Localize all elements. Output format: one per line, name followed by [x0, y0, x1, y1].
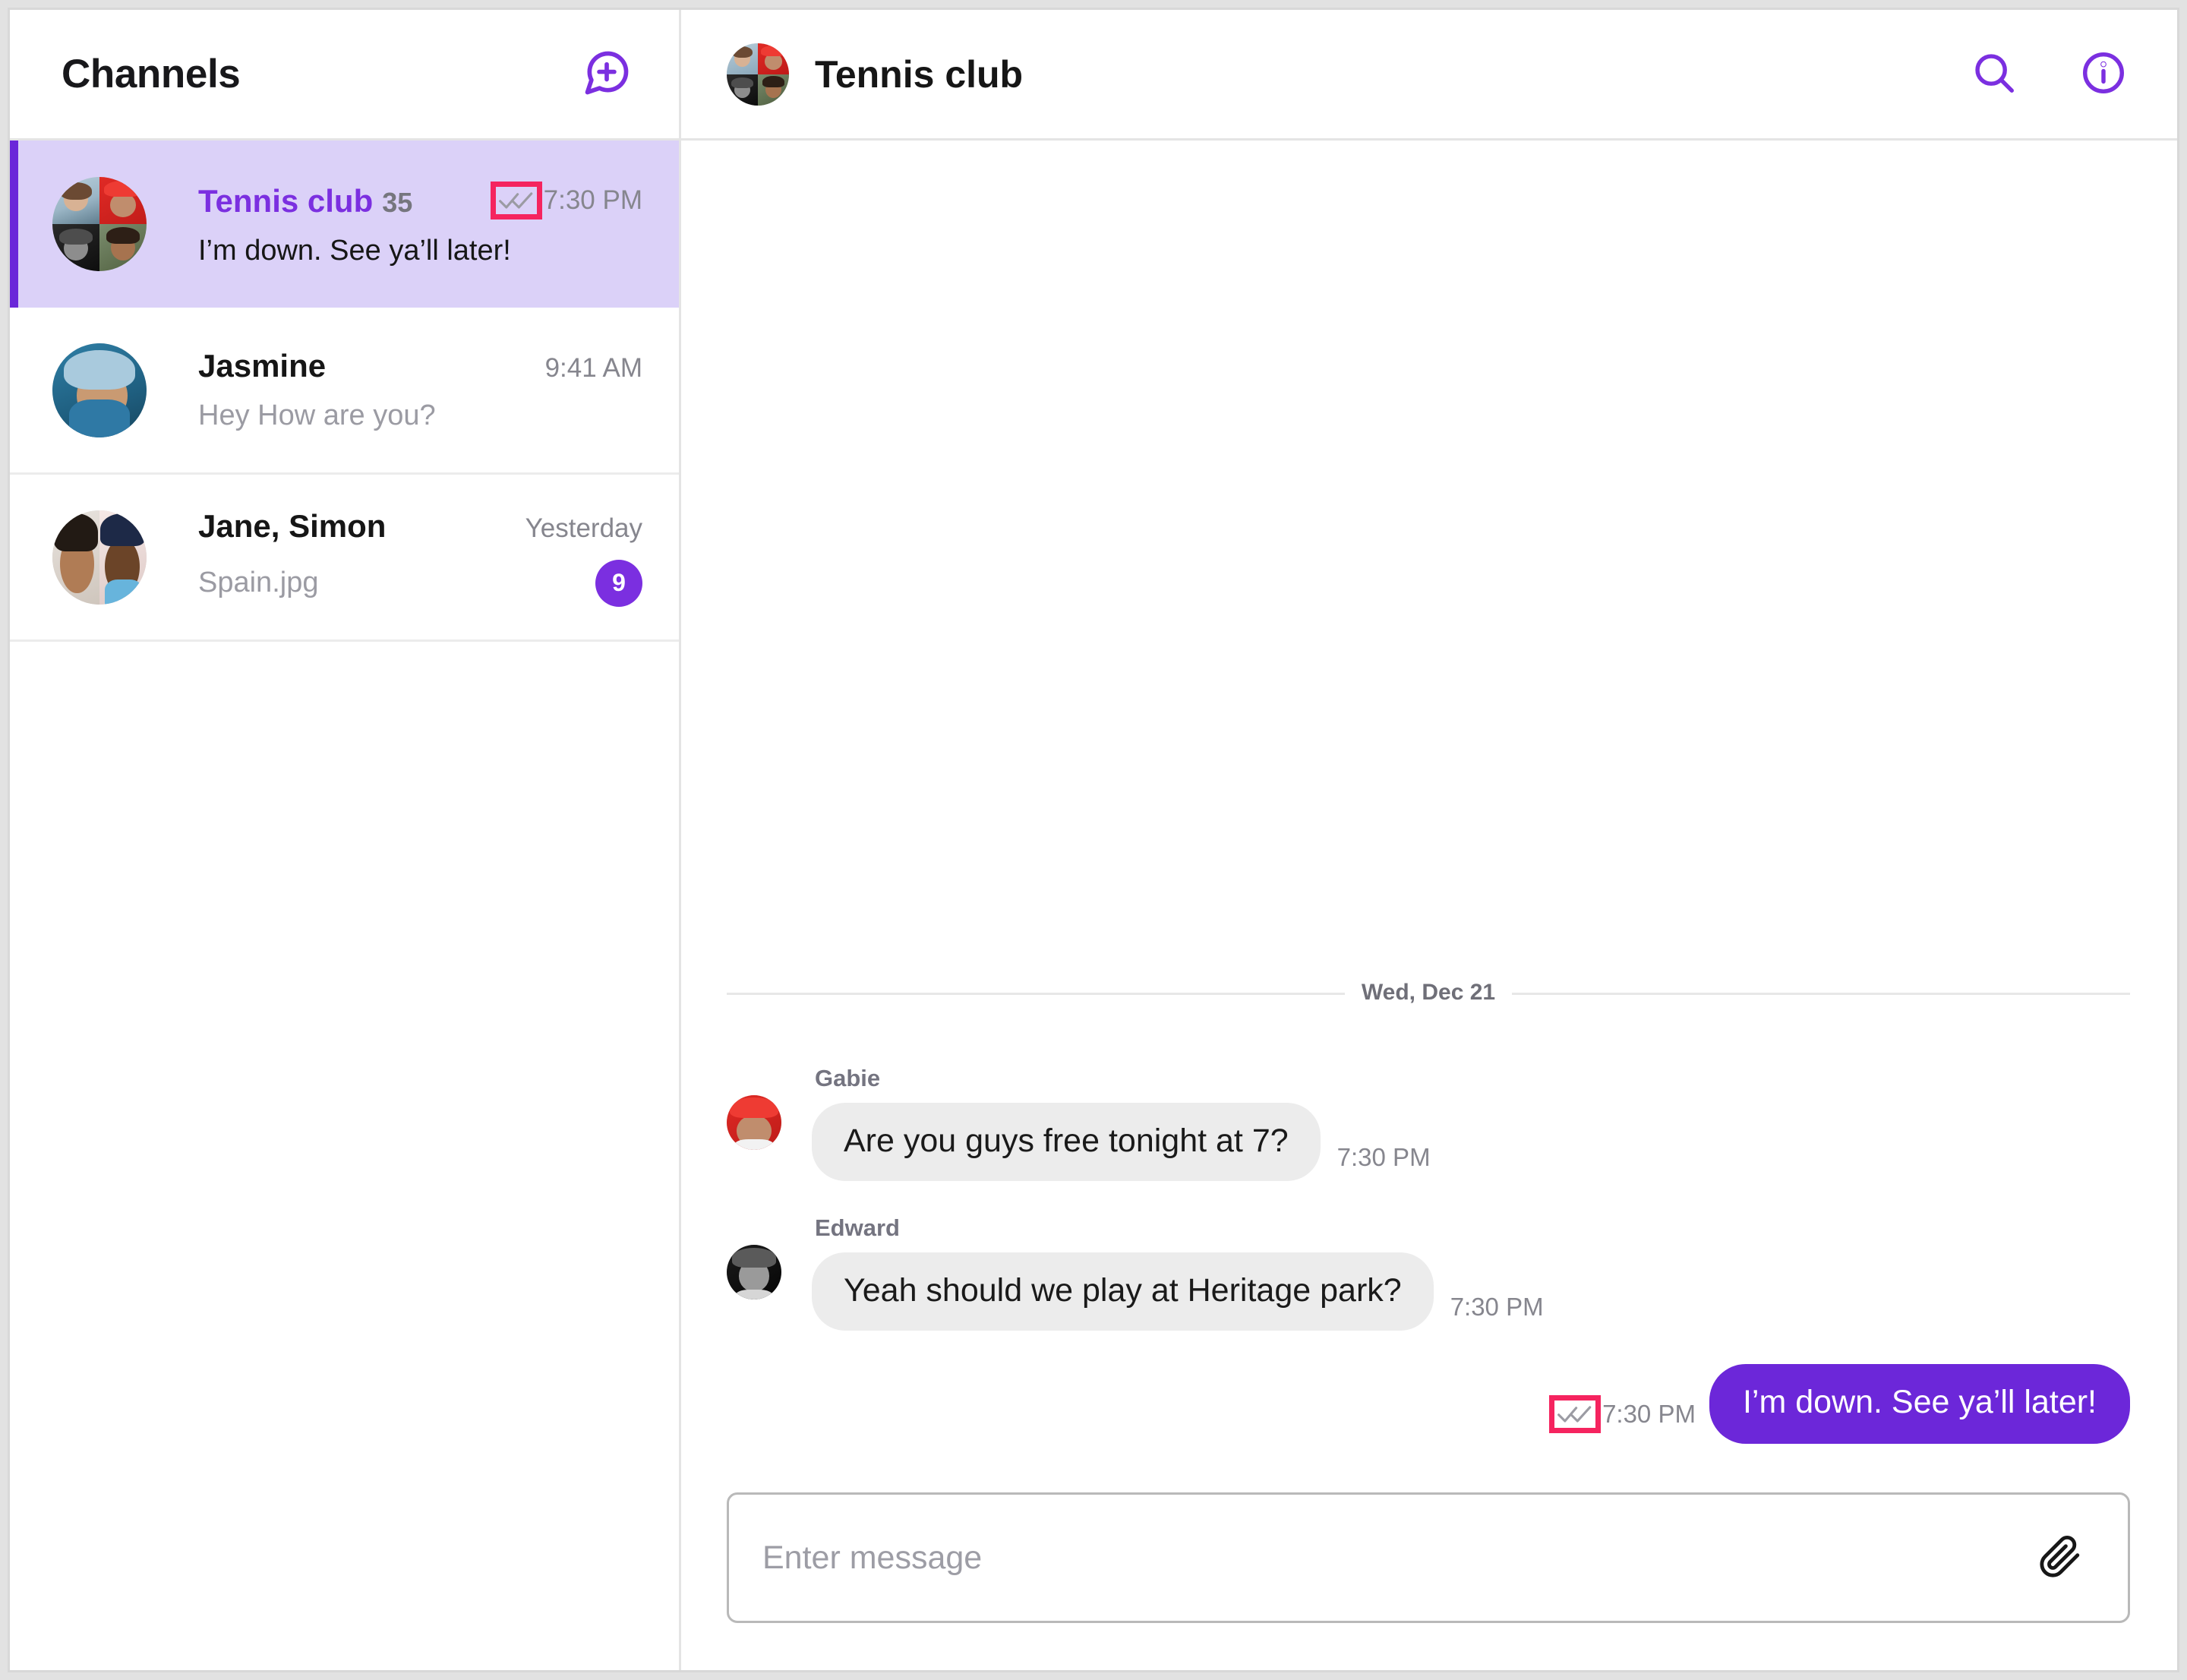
channel-name: Tennis club [198, 182, 374, 219]
sidebar-header: Channels [10, 10, 679, 141]
new-chat-button[interactable] [579, 46, 635, 103]
search-icon [1971, 49, 2018, 99]
avatar-jane-simon [52, 510, 147, 605]
chat-header-actions [1968, 48, 2130, 101]
info-circle-icon [2080, 49, 2127, 99]
message-timestamp: 7:30 PM [1602, 1400, 1696, 1428]
attach-button[interactable] [2034, 1531, 2087, 1584]
info-button[interactable] [2077, 48, 2130, 101]
channel-body: Jane, Simon Yesterday Spain.jpg 9 [198, 508, 642, 607]
chat-header: Tennis club [681, 10, 2177, 141]
message-row-incoming: Edward Yeah should we play at Heritage p… [727, 1214, 2130, 1331]
message-sender: Gabie [815, 1065, 881, 1091]
message-bubble-outgoing[interactable]: I’m down. See ya’ll later! [1709, 1364, 2130, 1444]
channel-timestamp: Yesterday [525, 513, 642, 543]
channel-list-item-jane-simon[interactable]: Jane, Simon Yesterday Spain.jpg 9 [10, 475, 679, 642]
avatar-edward [727, 1245, 781, 1299]
read-receipt-highlight-box [1549, 1395, 1602, 1433]
message-input[interactable] [762, 1539, 2034, 1577]
channel-preview: Hey How are you? [198, 399, 436, 431]
double-check-icon [498, 189, 534, 212]
double-check-icon [1557, 1403, 1592, 1426]
message-row-incoming: Gabie Are you guys free tonight at 7? 7:… [727, 1065, 2130, 1181]
read-receipt-highlight-box [490, 181, 542, 219]
channel-preview: I’m down. See ya’ll later! [198, 234, 511, 267]
channel-list-item-jasmine[interactable]: Jasmine 9:41 AM Hey How are you? [10, 308, 679, 475]
avatar-chat-tennis-club [727, 43, 789, 106]
message-bubble[interactable]: Yeah should we play at Heritage park? [812, 1252, 1434, 1331]
channels-sidebar: Channels Tennis club 35 7:30 PM I’m down… [10, 10, 681, 1670]
search-button[interactable] [1968, 48, 2021, 101]
channel-member-count: 35 [382, 186, 413, 218]
message-composer [681, 1476, 2177, 1670]
date-separator-label: Wed, Dec 21 [1344, 980, 1513, 1005]
message-sender: Edward [815, 1214, 900, 1241]
message-timestamp: 7:30 PM [1450, 1293, 1544, 1321]
channel-list-item-tennis-club[interactable]: Tennis club 35 7:30 PM I’m down. See ya’… [10, 141, 679, 308]
message-row-outgoing: 7:30 PM I’m down. See ya’ll later! [727, 1364, 2130, 1444]
page-title: Channels [62, 52, 241, 96]
avatar-gabie [727, 1095, 781, 1150]
message-area: Wed, Dec 21 Gabie Are you guys free toni… [681, 141, 2177, 1476]
message-timestamp: 7:30 PM [1336, 1143, 1431, 1171]
channel-list: Tennis club 35 7:30 PM I’m down. See ya’… [10, 141, 679, 642]
channel-timestamp: 9:41 AM [544, 353, 642, 383]
channel-body: Tennis club 35 7:30 PM I’m down. See ya’… [198, 181, 642, 267]
message-bubble[interactable]: Are you guys free tonight at 7? [812, 1103, 1321, 1181]
channel-timestamp: 7:30 PM [543, 185, 642, 215]
date-separator: Wed, Dec 21 [727, 980, 2130, 1006]
avatar-tennis-club [52, 177, 147, 271]
chat-application-window: Channels Tennis club 35 7:30 PM I’m down… [8, 8, 2179, 1672]
outgoing-meta: 7:30 PM [1549, 1395, 1696, 1433]
channel-preview: Spain.jpg [198, 567, 319, 598]
avatar-jasmine [52, 343, 147, 437]
message-column: Edward Yeah should we play at Heritage p… [812, 1214, 1544, 1331]
unread-badge: 9 [595, 559, 642, 607]
composer-box [727, 1492, 2130, 1623]
channel-name: Jasmine [198, 348, 327, 384]
paperclip-icon [2038, 1535, 2082, 1581]
new-chat-bubble-plus-icon [581, 47, 633, 101]
chat-title: Tennis club [815, 52, 1024, 96]
channel-body: Jasmine 9:41 AM Hey How are you? [198, 348, 642, 432]
message-column: Gabie Are you guys free tonight at 7? 7:… [812, 1065, 1431, 1181]
channel-name: Jane, Simon [198, 507, 387, 544]
chat-panel: Tennis club Wed, Dec 21 Gabie Are you gu… [681, 10, 2177, 1670]
